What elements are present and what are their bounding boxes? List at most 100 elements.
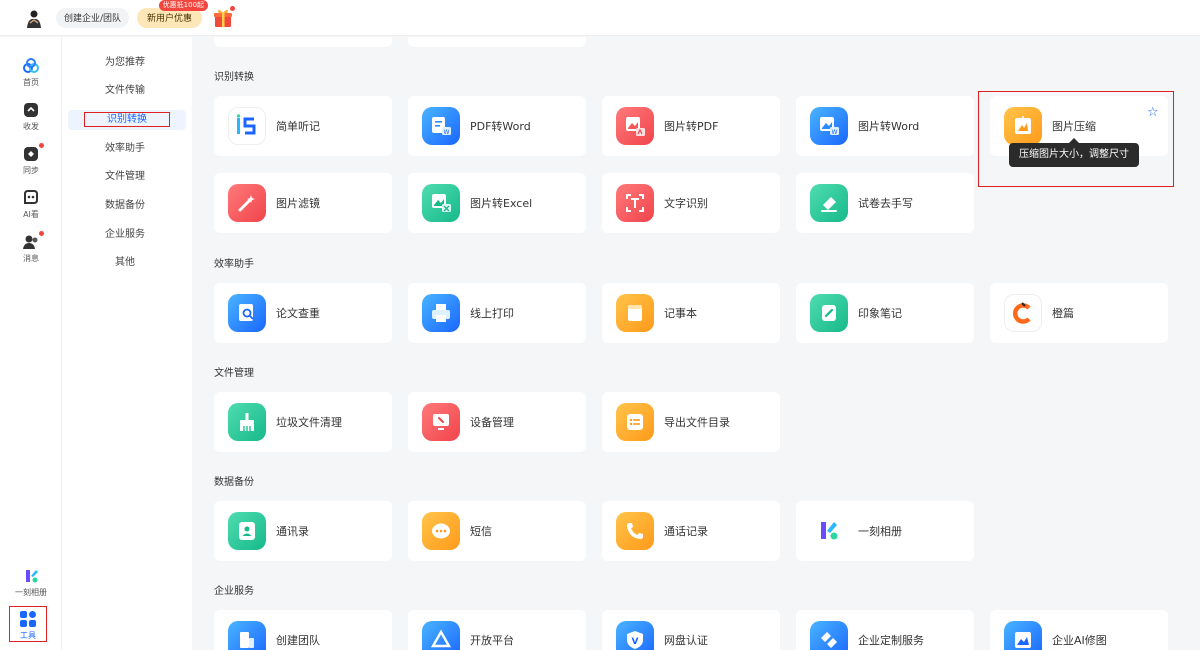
home-icon — [22, 57, 40, 75]
tool-name: 创建团队 — [276, 634, 320, 647]
tools-main: 识别转换 简单听记 W PDF转Word 图片转PDF W 图片转Word 图片… — [192, 37, 1200, 650]
svg-text:W: W — [444, 129, 450, 136]
new-user-offer-button[interactable]: 新用户优惠 优惠抵100起 — [137, 0, 209, 28]
tool-name: 短信 — [470, 525, 492, 538]
tool-card[interactable]: W 图片转Word — [796, 96, 974, 156]
tool-name: 导出文件目录 — [664, 416, 730, 429]
ai-retouch-icon — [1004, 621, 1042, 650]
gift-icon[interactable] — [212, 5, 236, 29]
tool-card[interactable]: 图片滤镜 — [214, 173, 392, 233]
tool-card[interactable]: 导出文件目录 — [602, 392, 780, 452]
section-title: 效率助手 — [214, 259, 254, 270]
tool-card[interactable]: 记事本 — [602, 283, 780, 343]
tool-card[interactable]: V 网盘认证 — [602, 610, 780, 650]
nav-sync[interactable]: 同步 — [0, 143, 62, 176]
tool-card[interactable]: 印象笔记 — [796, 283, 974, 343]
category-efficiency[interactable]: 效率助手 — [62, 139, 188, 159]
tools-icon — [19, 610, 37, 628]
category-file-management[interactable]: 文件管理 — [62, 167, 188, 187]
tool-name: 一刻相册 — [858, 525, 902, 538]
favorite-star-icon[interactable]: ☆ — [1147, 105, 1159, 120]
tool-name: 通话记录 — [664, 525, 708, 538]
category-sidebar: 为您推荐 文件传输 识别转换 效率助手 文件管理 数据备份 企业服务 其他 — [62, 37, 192, 650]
nav-yike-album[interactable]: 一刻相册 — [0, 567, 62, 598]
tool-card[interactable]: 橙篇 — [990, 283, 1168, 343]
tool-name: 图片转Excel — [470, 197, 533, 210]
tool-name: 简单听记 — [276, 120, 320, 133]
partial-card — [214, 37, 392, 47]
tool-card[interactable]: 创建团队 — [214, 610, 392, 650]
tool-name: 设备管理 — [470, 416, 514, 429]
tool-card[interactable]: 企业定制服务 — [796, 610, 974, 650]
partial-card — [408, 37, 586, 47]
category-file-transfer[interactable]: 文件传输 — [62, 81, 188, 101]
tool-card[interactable]: 设备管理 — [408, 392, 586, 452]
tool-card[interactable]: 短信 — [408, 501, 586, 561]
device-management-icon — [422, 403, 460, 441]
tool-card[interactable]: W PDF转Word — [408, 96, 586, 156]
tool-card[interactable]: 通讯录 — [214, 501, 392, 561]
tool-card[interactable]: 一刻相册 — [796, 501, 974, 561]
category-recognition[interactable]: 识别转换 — [68, 110, 186, 130]
nav-tools[interactable]: 工具 — [9, 606, 47, 642]
tool-name: 图片转Word — [858, 120, 920, 133]
online-print-icon — [422, 294, 460, 332]
icon-sidebar: 首页 收发 同步 AI看 消息 一刻相册 工具 — [0, 37, 62, 650]
offer-badge: 优惠抵100起 — [158, 0, 209, 11]
contacts-icon — [228, 512, 266, 550]
evernote-icon — [810, 294, 848, 332]
nav-sync-label: 同步 — [23, 166, 39, 175]
tool-card[interactable]: 开放平台 — [408, 610, 586, 650]
tool-name: 图片转PDF — [664, 120, 719, 133]
sync-notification-dot — [39, 143, 44, 148]
tool-card[interactable]: 图片转Excel — [408, 173, 586, 233]
section-title: 企业服务 — [214, 586, 254, 597]
verification-icon: V — [616, 621, 654, 650]
tool-card[interactable]: 简单听记 — [214, 96, 392, 156]
tool-name: 网盘认证 — [664, 634, 708, 647]
yike-album-icon — [22, 567, 40, 585]
tool-card[interactable]: 通话记录 — [602, 501, 780, 561]
text-recognition-icon — [616, 184, 654, 222]
call-log-icon — [616, 512, 654, 550]
category-other[interactable]: 其他 — [62, 253, 188, 273]
tool-name: 图片滤镜 — [276, 197, 320, 210]
ai-view-icon — [22, 189, 40, 207]
tool-card[interactable]: 文字识别 — [602, 173, 780, 233]
category-recommended[interactable]: 为您推荐 — [62, 53, 188, 73]
category-data-backup[interactable]: 数据备份 — [62, 196, 188, 216]
nav-home-label: 首页 — [23, 78, 39, 87]
category-enterprise[interactable]: 企业服务 — [62, 225, 188, 245]
tool-name: 试卷去手写 — [858, 197, 913, 210]
tool-card[interactable]: 图片转PDF — [602, 96, 780, 156]
nav-home[interactable]: 首页 — [0, 57, 62, 88]
chengpian-icon — [1004, 294, 1042, 332]
tool-card[interactable]: 垃圾文件清理 — [214, 392, 392, 452]
section-title: 数据备份 — [214, 477, 254, 488]
message-icon — [22, 231, 44, 251]
nav-ai-view-label: AI看 — [23, 210, 39, 219]
tool-name: 印象笔记 — [858, 307, 902, 320]
tool-name: 线上打印 — [470, 307, 514, 320]
tool-name: 企业定制服务 — [858, 634, 924, 647]
avatar[interactable] — [24, 7, 44, 29]
tool-card[interactable]: 企业AI修图 — [990, 610, 1168, 650]
tool-name: 企业AI修图 — [1052, 634, 1107, 647]
tool-name: PDF转Word — [470, 120, 531, 133]
send-receive-icon — [22, 101, 40, 119]
create-team-icon — [228, 621, 266, 650]
pdf-to-word-icon: W — [422, 107, 460, 145]
tool-card[interactable]: 试卷去手写 — [796, 173, 974, 233]
section-title: 识别转换 — [214, 72, 254, 83]
tool-card[interactable]: 论文查重 — [214, 283, 392, 343]
tool-name: 橙篇 — [1052, 307, 1074, 320]
notepad-icon — [616, 294, 654, 332]
tool-card[interactable]: 线上打印 — [408, 283, 586, 343]
tool-name: 论文查重 — [276, 307, 320, 320]
nav-ai-view[interactable]: AI看 — [0, 189, 62, 220]
tool-name: 开放平台 — [470, 634, 514, 647]
create-team-button[interactable]: 创建企业/团队 — [56, 7, 130, 28]
notification-dot — [230, 5, 236, 11]
nav-message[interactable]: 消息 — [0, 231, 62, 264]
nav-send-receive[interactable]: 收发 — [0, 101, 62, 132]
